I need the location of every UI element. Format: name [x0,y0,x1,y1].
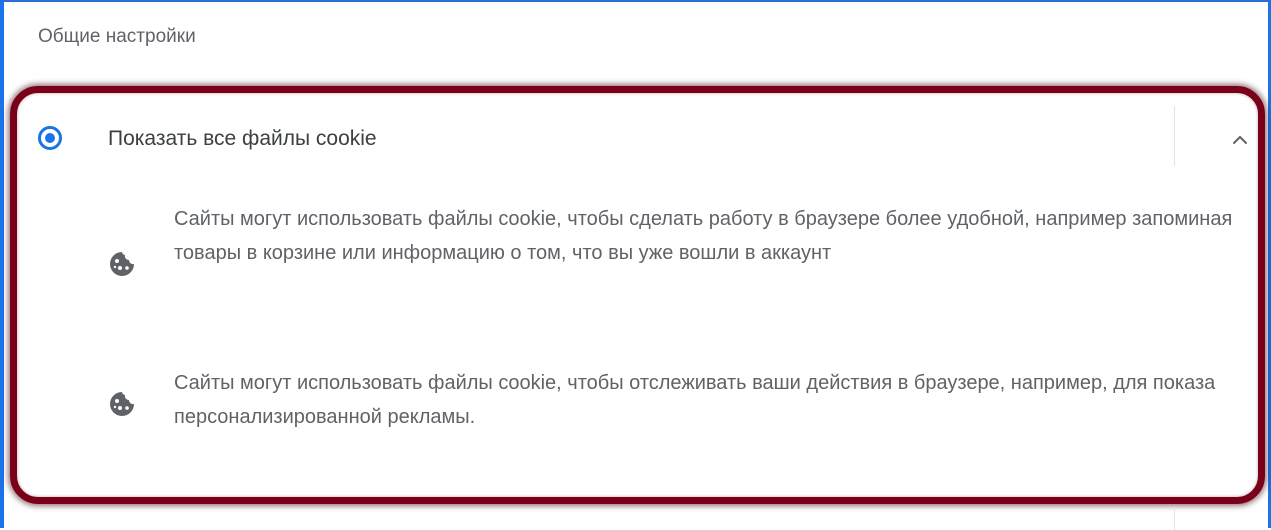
show-all-cookies-label[interactable]: Показать все файлы cookie [108,127,377,151]
chevron-up-icon [1233,136,1247,144]
cookie-icon [108,390,136,418]
show-all-cookies-radio[interactable] [38,126,62,150]
collapse-button[interactable] [1222,122,1258,158]
cookie-icon [108,250,136,278]
row-divider-bottom [1174,507,1175,530]
section-title: Общие настройки [38,26,196,47]
cookie-description-convenience: Сайты могут использовать файлы cookie, ч… [174,208,1233,264]
radio-selected-dot [45,133,55,143]
row-divider [1174,106,1175,166]
cookie-description-tracking: Сайты могут использовать файлы cookie, ч… [174,372,1216,428]
settings-panel: Общие настройки Показать все файлы cooki… [0,0,1271,530]
